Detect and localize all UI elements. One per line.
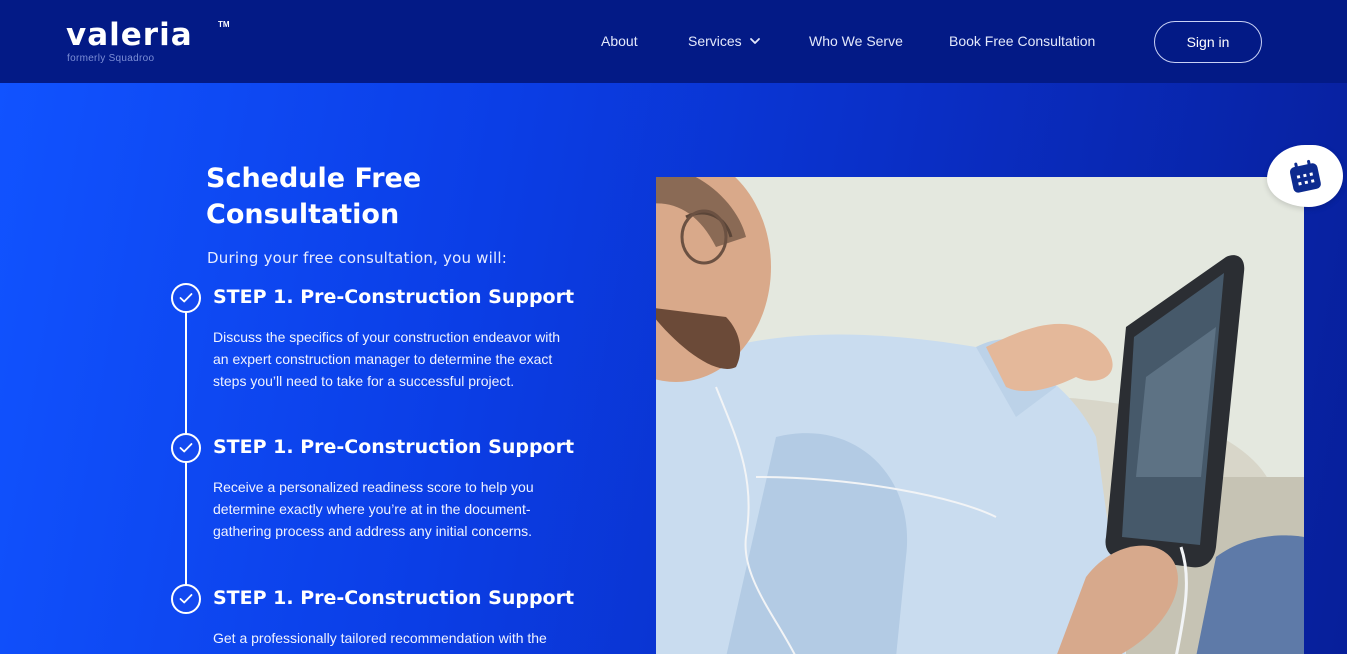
step-title: STEP 1. Pre-Construction Support — [213, 587, 575, 609]
check-icon — [171, 283, 201, 313]
check-icon — [171, 433, 201, 463]
man-with-tablet-image — [656, 177, 1304, 654]
step-title: STEP 1. Pre-Construction Support — [213, 286, 575, 308]
hero-photo — [656, 177, 1304, 654]
nav-about[interactable]: About — [601, 32, 638, 50]
page-title: Schedule Free Consultation — [206, 163, 422, 230]
chevron-down-icon — [749, 38, 760, 44]
step-title: STEP 1. Pre-Construction Support — [213, 436, 575, 458]
logo-trademark: TM — [218, 20, 230, 29]
logo[interactable]: valeria TM formerly Squadroo — [66, 18, 236, 68]
nav-who-we-serve[interactable]: Who We Serve — [809, 32, 903, 50]
logo-wordmark: valeria — [66, 17, 193, 53]
intro-text: During your free consultation, you will: — [207, 249, 507, 267]
logo-subtitle: formerly Squadroo — [67, 53, 155, 64]
calendar-icon — [1289, 159, 1321, 193]
hero-section: Schedule Free Consultation During your f… — [0, 83, 1347, 654]
check-icon — [171, 584, 201, 614]
sign-in-button[interactable]: Sign in — [1154, 21, 1262, 63]
nav-services-label: Services — [688, 33, 742, 49]
step-description: Get a professionally tailored recommenda… — [213, 630, 547, 646]
site-header: valeria TM formerly Squadroo About Servi… — [0, 0, 1347, 83]
step-description: Receive a personalized readiness score t… — [213, 479, 534, 539]
nav-services[interactable]: Services — [688, 32, 762, 50]
nav-book-consultation[interactable]: Book Free Consultation — [949, 32, 1095, 50]
calendar-button[interactable] — [1267, 145, 1343, 207]
step-description: Discuss the specifics of your constructi… — [213, 329, 561, 389]
